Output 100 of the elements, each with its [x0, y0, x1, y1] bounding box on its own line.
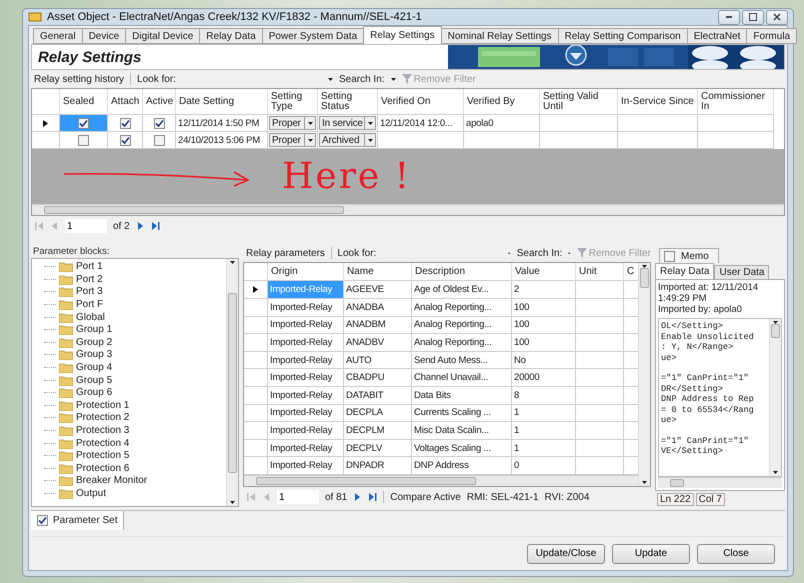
checkbox[interactable]: [37, 515, 48, 526]
table-cell: No: [512, 352, 576, 370]
tree-item[interactable]: Global: [76, 312, 105, 323]
tree-item[interactable]: Breaker Monitor: [76, 475, 148, 486]
scrollbar[interactable]: [244, 475, 638, 486]
folder-icon: [59, 412, 73, 424]
tab[interactable]: Relay Data: [199, 28, 263, 44]
action-button[interactable]: Close: [697, 544, 775, 564]
tab[interactable]: Parameter Set: [31, 511, 124, 530]
current-row-icon: [43, 120, 48, 127]
code-line: VE</Setting>: [661, 446, 724, 457]
scroll-thumb[interactable]: [44, 206, 344, 214]
caret-icon: [230, 501, 235, 504]
tree-item[interactable]: Protection 1: [76, 400, 130, 411]
caret-icon: [328, 78, 333, 81]
checkbox[interactable]: [664, 250, 675, 262]
scrollbar[interactable]: [658, 477, 782, 488]
scrollbar[interactable]: [638, 263, 650, 486]
page-field[interactable]: 1: [65, 219, 107, 234]
tree-item[interactable]: Group 6: [76, 387, 112, 398]
next-page-icon[interactable]: [136, 221, 145, 232]
memo-tab[interactable]: Memo: [659, 248, 719, 264]
tree-item[interactable]: Port 1: [76, 261, 103, 272]
table-cell: Age of Oldest Ev...: [412, 281, 512, 300]
tree-item[interactable]: Group 2: [76, 336, 112, 348]
tab[interactable]: General: [33, 28, 83, 44]
tree-item[interactable]: Port 3: [76, 286, 103, 298]
folder-icon: [59, 274, 73, 285]
last-page-icon[interactable]: [150, 221, 160, 232]
tree-item[interactable]: Group 1: [76, 324, 112, 336]
search-in-button[interactable]: Search In:: [516, 248, 562, 259]
table-cell: Send Auto Mess...: [412, 352, 512, 370]
tree-item[interactable]: Protection 5: [76, 450, 130, 462]
table-cell: [576, 440, 624, 458]
table-cell: AGEEVE: [344, 281, 412, 300]
table-cell: 100: [512, 299, 576, 317]
checkbox[interactable]: [154, 134, 164, 146]
prev-page-icon[interactable]: [262, 492, 271, 502]
table-cell: Imported-Relay: [268, 440, 344, 458]
search-in-button[interactable]: Search In:: [338, 74, 385, 85]
next-page-icon[interactable]: [353, 492, 362, 502]
type-dropdown[interactable]: Proper: [269, 116, 316, 130]
close-button[interactable]: [766, 10, 788, 25]
folder-icon: [59, 261, 73, 272]
tree-item[interactable]: Group 3: [76, 349, 112, 360]
first-page-icon[interactable]: [247, 492, 256, 502]
prev-page-icon[interactable]: [50, 221, 59, 232]
tree-item[interactable]: Port F: [76, 299, 104, 310]
tab[interactable]: Relay Setting Comparison: [558, 28, 688, 44]
tab[interactable]: Relay Settings: [363, 26, 442, 44]
tab[interactable]: Formula: [746, 28, 798, 44]
text-area[interactable]: OL</Setting> Enable Unsolicited : Y, N</Range> ue> ="1" CanPrint="1" DR</Setting> DNP Address to Rep = 0 to 65534</Rang ue> ="1" CanPrint="1" VE</Setting>: [658, 318, 782, 477]
action-button[interactable]: Update/Close: [527, 544, 605, 564]
table-cell: Channel Unavail...: [412, 369, 512, 388]
checkbox[interactable]: [78, 134, 89, 146]
minimize-button[interactable]: [718, 10, 740, 25]
tree-item[interactable]: Protection 6: [76, 462, 130, 474]
tree-item[interactable]: Protection 4: [76, 438, 130, 449]
status-dropdown[interactable]: Archived: [319, 133, 376, 148]
action-button[interactable]: Update: [612, 544, 690, 564]
caret-icon: [368, 138, 372, 142]
page-field[interactable]: 1: [277, 490, 319, 504]
scroll-thumb[interactable]: [228, 292, 237, 473]
tree-item[interactable]: Output: [76, 488, 106, 499]
checkbox[interactable]: [78, 118, 89, 129]
status-dropdown[interactable]: In service: [319, 116, 376, 130]
tab[interactable]: Nominal Relay Settings: [440, 28, 559, 44]
first-page-icon[interactable]: [35, 221, 44, 232]
tab[interactable]: Device: [82, 28, 126, 44]
scrollbar[interactable]: [769, 319, 781, 476]
code-line: DR</Setting>: [661, 384, 724, 394]
maximize-icon: [749, 13, 757, 22]
checkbox[interactable]: [154, 118, 164, 129]
status-text: Compare Active: [390, 492, 461, 502]
checkbox[interactable]: [120, 118, 130, 129]
tree-item[interactable]: Port 2: [76, 274, 103, 285]
scrollbar[interactable]: [32, 204, 784, 216]
tree-item[interactable]: Protection 2: [76, 412, 130, 424]
tab[interactable]: Digital Device: [125, 28, 200, 44]
tree-item[interactable]: Protection 3: [76, 424, 130, 436]
maximize-button[interactable]: [742, 10, 764, 25]
tab[interactable]: User Data: [714, 265, 770, 280]
folder-icon: [59, 312, 73, 323]
scroll-thumb[interactable]: [640, 268, 649, 288]
table-cell: [576, 369, 624, 388]
last-page-icon[interactable]: [368, 492, 378, 502]
tab[interactable]: Relay Data: [655, 263, 714, 280]
code-line: ue>: [661, 415, 678, 426]
tab[interactable]: Power System Data: [262, 28, 364, 44]
tree-item[interactable]: Group 5: [76, 374, 112, 386]
table-cell: [576, 457, 624, 475]
scroll-thumb[interactable]: [670, 479, 684, 487]
scroll-thumb[interactable]: [771, 324, 780, 338]
checkbox[interactable]: [120, 134, 130, 146]
type-dropdown[interactable]: Proper: [269, 133, 316, 148]
table-cell: Imported-Relay: [268, 334, 344, 352]
tab[interactable]: ElectraNet: [686, 28, 748, 44]
tree-item[interactable]: Group 4: [76, 362, 112, 374]
scrollbar[interactable]: [226, 259, 238, 506]
scroll-thumb[interactable]: [256, 477, 476, 485]
